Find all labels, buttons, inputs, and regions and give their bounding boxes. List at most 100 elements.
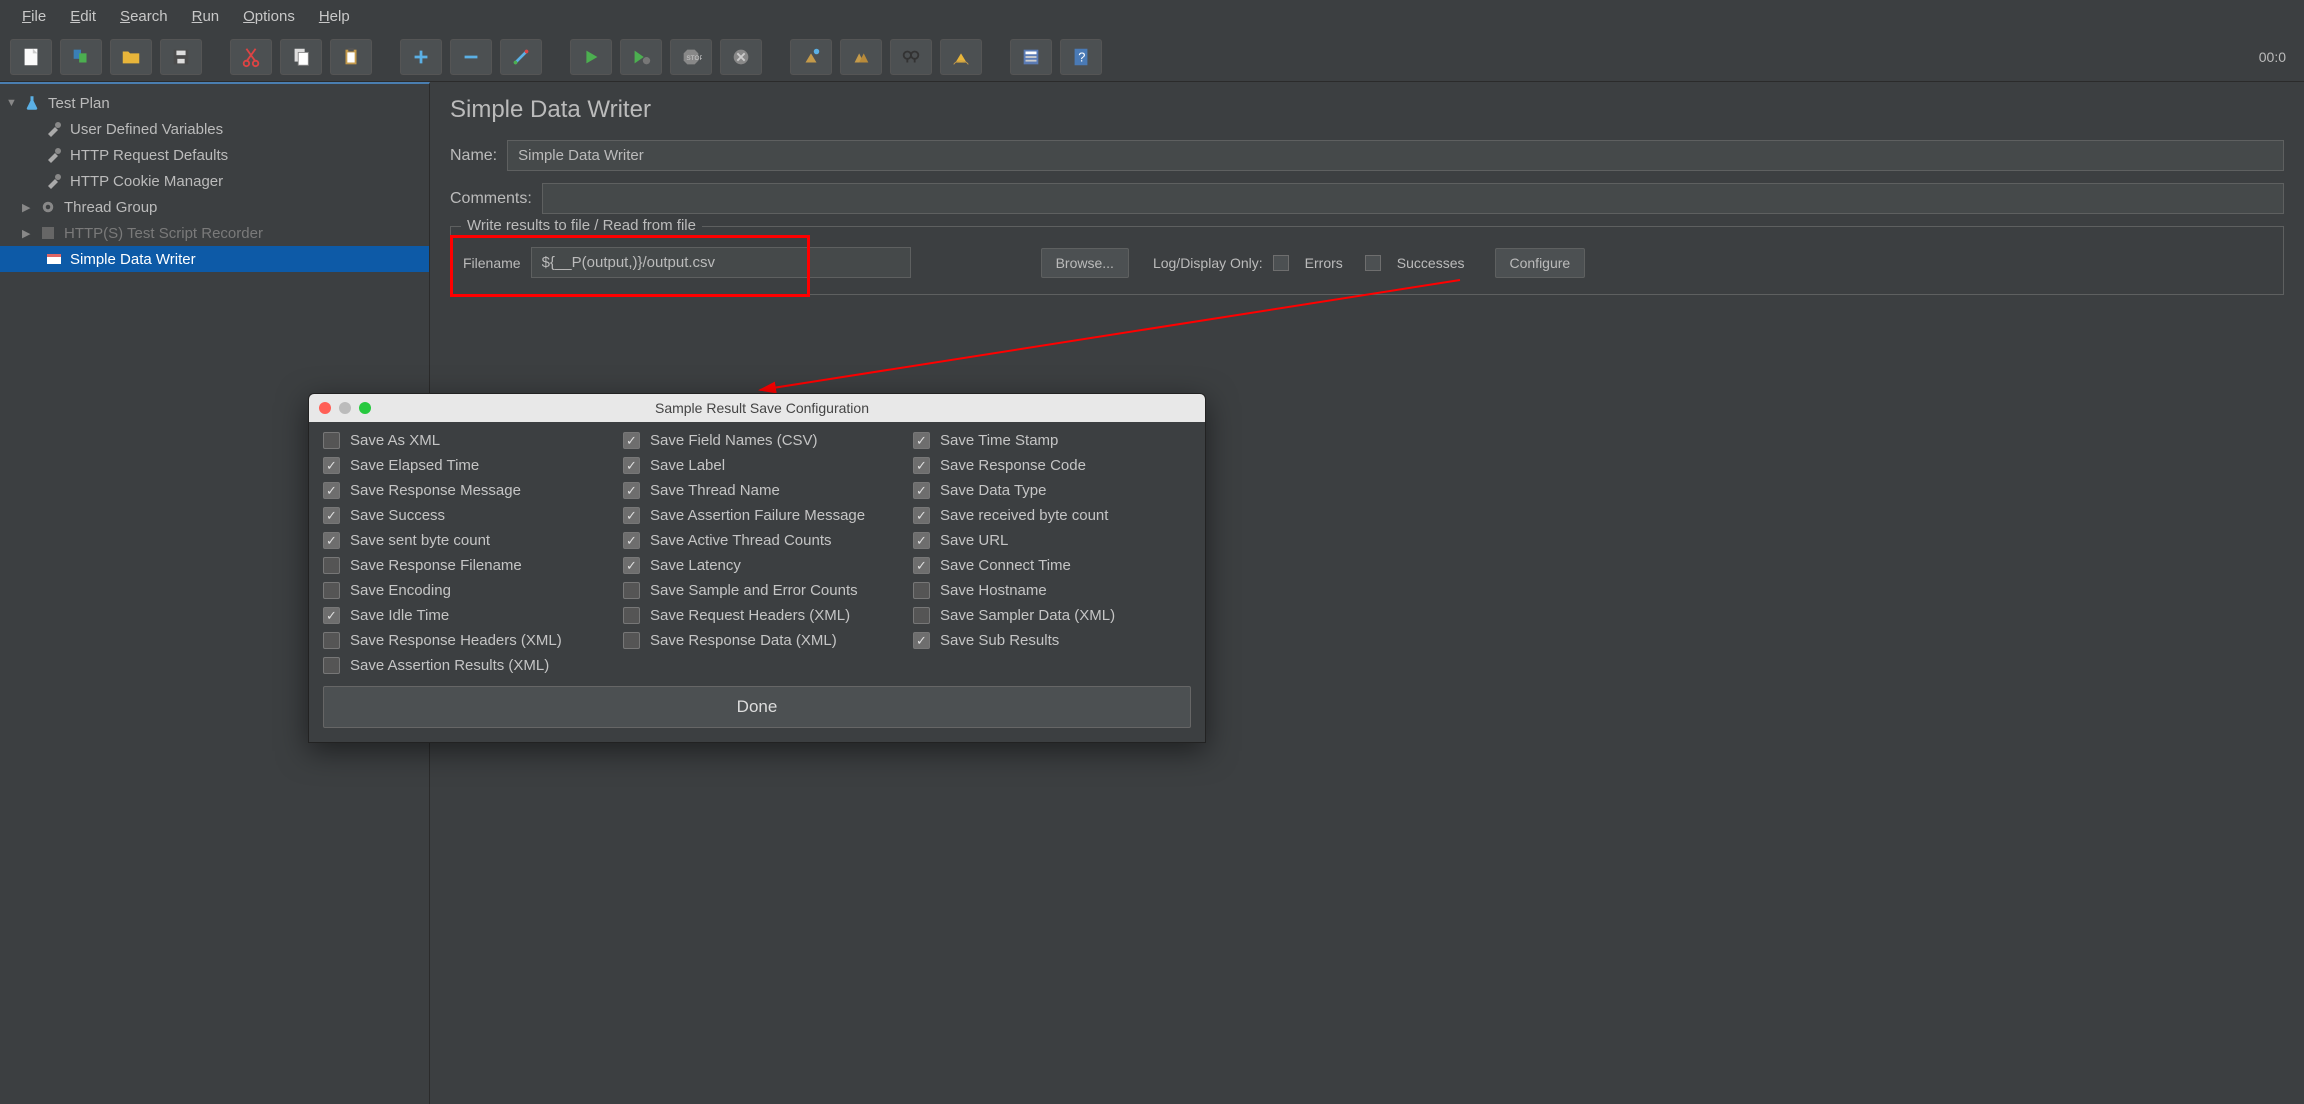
menu-search[interactable]: Search xyxy=(108,4,180,29)
filename-input[interactable] xyxy=(531,247,911,278)
toggle-button[interactable] xyxy=(500,39,542,75)
checkbox[interactable] xyxy=(323,457,340,474)
checkbox[interactable] xyxy=(623,507,640,524)
check-item[interactable]: Save Response Data (XML) xyxy=(623,632,913,649)
shutdown-button[interactable] xyxy=(720,39,762,75)
checkbox[interactable] xyxy=(623,607,640,624)
checkbox[interactable] xyxy=(913,457,930,474)
check-item[interactable]: Save Sampler Data (XML) xyxy=(913,607,1193,624)
start-no-timers-button[interactable] xyxy=(620,39,662,75)
checkbox[interactable] xyxy=(323,582,340,599)
tree-test-plan[interactable]: ▼ Test Plan xyxy=(0,90,429,116)
checkbox[interactable] xyxy=(323,632,340,649)
checkbox[interactable] xyxy=(913,632,930,649)
tree-http-cookie-manager[interactable]: HTTP Cookie Manager xyxy=(0,168,429,194)
open-button[interactable] xyxy=(110,39,152,75)
checkbox[interactable] xyxy=(913,507,930,524)
check-item[interactable]: Save Hostname xyxy=(913,582,1193,599)
check-item[interactable]: Save Thread Name xyxy=(623,482,913,499)
new-file-button[interactable] xyxy=(10,39,52,75)
check-item[interactable]: Save Latency xyxy=(623,557,913,574)
menu-edit[interactable]: Edit xyxy=(58,4,108,29)
menu-run[interactable]: Run xyxy=(180,4,232,29)
check-item[interactable]: Save Time Stamp xyxy=(913,432,1193,449)
checkbox[interactable] xyxy=(323,482,340,499)
checkbox[interactable] xyxy=(323,532,340,549)
checkbox[interactable] xyxy=(913,432,930,449)
expand-button[interactable] xyxy=(400,39,442,75)
expand-toggle-icon[interactable]: ▶ xyxy=(22,201,36,214)
save-button[interactable] xyxy=(160,39,202,75)
checkbox[interactable] xyxy=(913,532,930,549)
tree-thread-group[interactable]: ▶ Thread Group xyxy=(0,194,429,220)
checkbox[interactable] xyxy=(913,582,930,599)
cut-button[interactable] xyxy=(230,39,272,75)
check-item[interactable]: Save Request Headers (XML) xyxy=(623,607,913,624)
expand-toggle-icon[interactable]: ▶ xyxy=(22,227,36,240)
check-item[interactable]: Save Sample and Error Counts xyxy=(623,582,913,599)
clear-all-button[interactable] xyxy=(840,39,882,75)
comments-input[interactable] xyxy=(542,183,2284,214)
errors-checkbox[interactable] xyxy=(1273,255,1289,271)
check-item[interactable]: Save Field Names (CSV) xyxy=(623,432,913,449)
checkbox[interactable] xyxy=(323,557,340,574)
check-item[interactable]: Save Assertion Failure Message xyxy=(623,507,913,524)
checkbox[interactable] xyxy=(323,607,340,624)
menu-options[interactable]: Options xyxy=(231,4,307,29)
check-item[interactable]: Save Connect Time xyxy=(913,557,1193,574)
checkbox[interactable] xyxy=(623,532,640,549)
checkbox[interactable] xyxy=(913,482,930,499)
checkbox[interactable] xyxy=(623,432,640,449)
check-item[interactable]: Save Elapsed Time xyxy=(323,457,623,474)
stop-button[interactable]: STOP xyxy=(670,39,712,75)
checkbox[interactable] xyxy=(323,657,340,674)
tree-user-defined-variables[interactable]: User Defined Variables xyxy=(0,116,429,142)
check-item[interactable]: Save Sub Results xyxy=(913,632,1193,649)
check-item[interactable]: Save Success xyxy=(323,507,623,524)
reset-search-button[interactable] xyxy=(940,39,982,75)
tree-http-recorder[interactable]: ▶ HTTP(S) Test Script Recorder xyxy=(0,220,429,246)
successes-checkbox[interactable] xyxy=(1365,255,1381,271)
checkbox[interactable] xyxy=(623,482,640,499)
name-input[interactable] xyxy=(507,140,2284,171)
checkbox[interactable] xyxy=(323,432,340,449)
check-item[interactable]: Save Encoding xyxy=(323,582,623,599)
checkbox[interactable] xyxy=(623,632,640,649)
checkbox[interactable] xyxy=(623,557,640,574)
check-item[interactable]: Save Label xyxy=(623,457,913,474)
checkbox[interactable] xyxy=(913,557,930,574)
function-helper-button[interactable] xyxy=(1010,39,1052,75)
checkbox[interactable] xyxy=(323,507,340,524)
check-item[interactable]: Save Active Thread Counts xyxy=(623,532,913,549)
start-button[interactable] xyxy=(570,39,612,75)
check-item[interactable]: Save received byte count xyxy=(913,507,1193,524)
check-item[interactable]: Save Assertion Results (XML) xyxy=(323,657,623,674)
browse-button[interactable]: Browse... xyxy=(1041,248,1129,278)
tree-simple-data-writer[interactable]: Simple Data Writer xyxy=(0,246,429,272)
check-item[interactable]: Save Response Code xyxy=(913,457,1193,474)
checkbox[interactable] xyxy=(623,582,640,599)
copy-button[interactable] xyxy=(280,39,322,75)
check-item[interactable]: Save Response Filename xyxy=(323,557,623,574)
templates-button[interactable] xyxy=(60,39,102,75)
check-item[interactable]: Save Idle Time xyxy=(323,607,623,624)
configure-button[interactable]: Configure xyxy=(1495,248,1586,278)
tree-http-request-defaults[interactable]: HTTP Request Defaults xyxy=(0,142,429,168)
paste-button[interactable] xyxy=(330,39,372,75)
checkbox[interactable] xyxy=(623,457,640,474)
checkbox[interactable] xyxy=(913,607,930,624)
clear-button[interactable] xyxy=(790,39,832,75)
menu-file[interactable]: File xyxy=(10,4,58,29)
expand-toggle-icon[interactable]: ▼ xyxy=(6,97,20,109)
check-item[interactable]: Save As XML xyxy=(323,432,623,449)
search-button[interactable] xyxy=(890,39,932,75)
check-item[interactable]: Save URL xyxy=(913,532,1193,549)
check-item[interactable]: Save Data Type xyxy=(913,482,1193,499)
help-button[interactable]: ? xyxy=(1060,39,1102,75)
done-button[interactable]: Done xyxy=(323,686,1191,728)
check-item[interactable]: Save Response Headers (XML) xyxy=(323,632,623,649)
collapse-button[interactable] xyxy=(450,39,492,75)
menu-help[interactable]: Help xyxy=(307,4,362,29)
check-item[interactable]: Save Response Message xyxy=(323,482,623,499)
check-item[interactable]: Save sent byte count xyxy=(323,532,623,549)
